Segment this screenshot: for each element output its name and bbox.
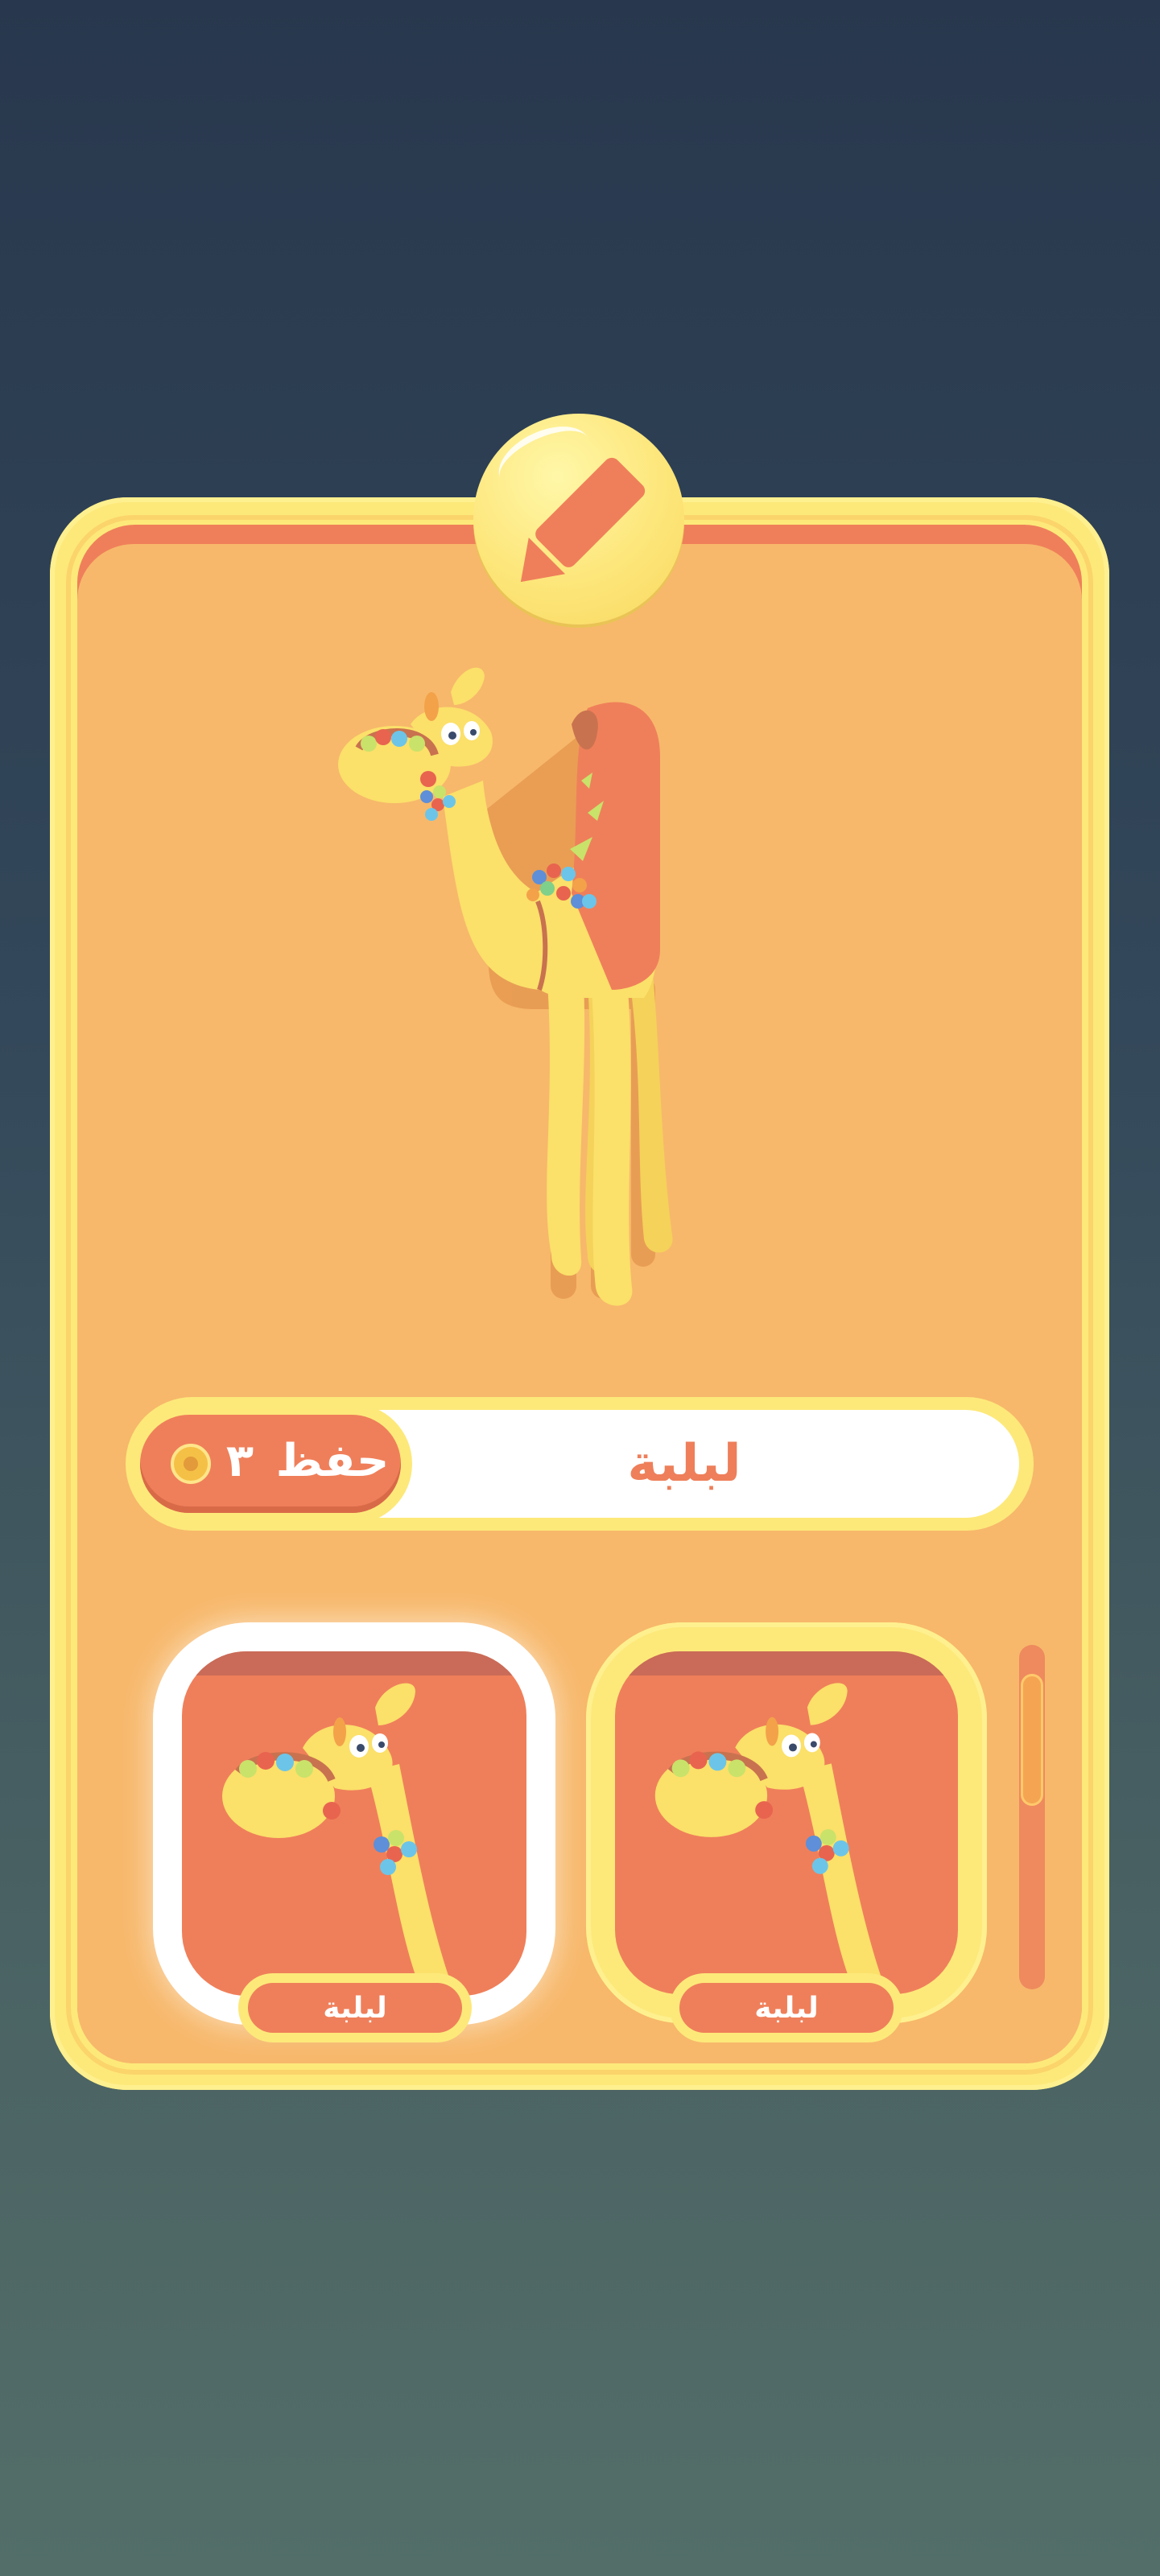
camel-thumbnail <box>222 1683 456 1996</box>
outfit-label: لبلبة <box>679 1983 894 2033</box>
camel-thumbnail <box>654 1683 888 1994</box>
save-cost: ٣ <box>225 1434 254 1487</box>
outfit-label: لبلبة <box>248 1983 462 2033</box>
outfit-tile-thumbnail <box>615 1651 958 1994</box>
save-button-label: حفظ <box>275 1434 390 1487</box>
edit-name-button[interactable] <box>473 413 684 624</box>
pencil-icon <box>520 457 646 583</box>
camel-character <box>338 667 673 1306</box>
scrollbar-thumb[interactable] <box>1021 1674 1043 1806</box>
character-name: لبلبة <box>627 1434 741 1494</box>
coin-icon <box>171 1444 211 1484</box>
outfit-tile-thumbnail <box>182 1651 526 1996</box>
